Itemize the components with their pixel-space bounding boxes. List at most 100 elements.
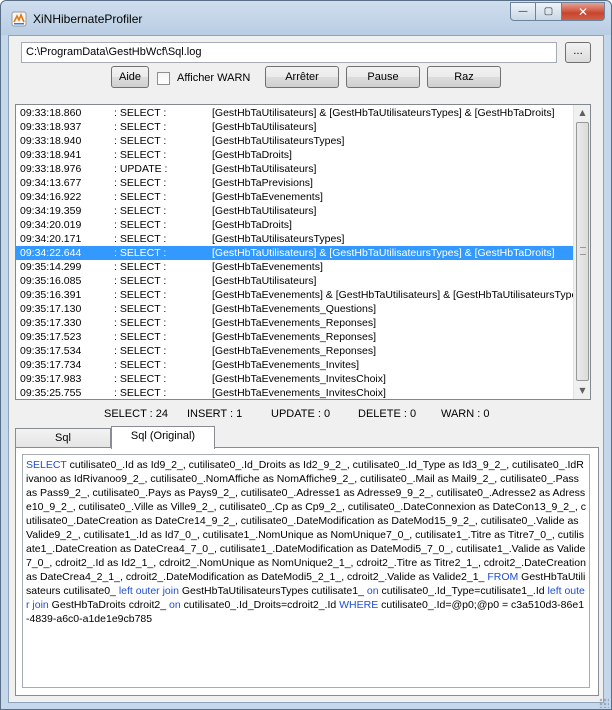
log-type: : SELECT : [114, 359, 167, 371]
sql-text: cutilisate0_.Id as Id9_2_, cutilisate0_.… [26, 459, 586, 583]
log-row[interactable]: 09:34:22.644: SELECT : [GestHbTaUtilisate… [16, 246, 575, 260]
log-time: 09:35:16.085 [20, 275, 82, 287]
log-row[interactable]: 09:33:18.937: SELECT : [GestHbTaUtilisate… [16, 120, 575, 134]
log-type: : UPDATE : [114, 163, 168, 175]
log-time: 09:34:16.922 [20, 191, 82, 203]
stat-warn: WARN : 0 [441, 408, 490, 420]
log-type: : SELECT : [114, 261, 167, 273]
log-type: : SELECT : [114, 191, 167, 203]
log-type: : SELECT : [114, 219, 167, 231]
stop-button[interactable]: Arrêter [265, 66, 339, 88]
stat-update: UPDATE : 0 [271, 408, 331, 420]
show-warn-checkbox[interactable] [157, 71, 170, 85]
log-time: 09:35:17.330 [20, 317, 82, 329]
log-tables: [GestHbTaEvenements_Reponses] [212, 345, 377, 357]
log-type: : SELECT : [114, 107, 167, 119]
stat-insert: INSERT : 1 [187, 408, 243, 420]
log-tables: [GestHbTaEvenements_Reponses] [212, 331, 377, 343]
log-tables: [GestHbTaUtilisateurs] [212, 275, 317, 287]
log-time: 09:35:16.391 [20, 289, 82, 301]
main-window: XiNHibernateProfiler — ▢ ✕ C:\ProgramDat… [0, 0, 612, 710]
sql-text: GestHbTaDroits cdroit2_ [48, 599, 169, 611]
log-row[interactable]: 09:35:25.755: SELECT : [GestHbTaEvenement… [16, 386, 575, 399]
maximize-button[interactable]: ▢ [536, 2, 562, 21]
log-vertical-scrollbar[interactable]: ▲ ▼ [573, 105, 590, 399]
log-type: : SELECT : [114, 233, 167, 245]
log-row[interactable]: 09:35:17.330 : SELECT : [GestHbTaEvenement… [16, 316, 575, 330]
app-icon [11, 11, 27, 27]
log-type: : SELECT : [114, 177, 167, 189]
log-row[interactable]: 09:35:17.523: SELECT : [GestHbTaEvenement… [16, 330, 575, 344]
show-warn-checkbox-group[interactable]: Afficher WARN [157, 70, 250, 86]
show-warn-label: Afficher WARN [177, 72, 251, 84]
log-tables: [GestHbTaEvenements_Reponses] [212, 317, 377, 329]
log-path-input[interactable]: C:\ProgramData\GestHbWcf\Sql.log [21, 42, 557, 63]
log-time: 09:35:17.983 [20, 373, 82, 385]
log-time: 09:33:18.937 [20, 121, 82, 133]
help-button[interactable]: Aide [111, 66, 149, 88]
log-tables: [GestHbTaUtilisateurs] [212, 121, 317, 133]
browse-button[interactable]: ... [565, 42, 591, 63]
log-row[interactable]: 09:34:16.922: SELECT : [GestHbTaEvenement… [16, 190, 575, 204]
log-row[interactable]: 09:35:14.299: SELECT : [GestHbTaEvenement… [16, 260, 575, 274]
log-time: 09:33:18.940 [20, 135, 82, 147]
log-type: : SELECT : [114, 317, 167, 329]
sql-text: GestHbTaUtilisateursTypes cutilisate1_ [178, 585, 367, 597]
scroll-grip-icon [580, 247, 586, 255]
scroll-down-arrow-icon[interactable]: ▼ [575, 383, 590, 399]
log-row[interactable]: 09:34:20.019: SELECT : [GestHbTaDroits] [16, 218, 575, 232]
tab-sql[interactable]: Sql [15, 428, 111, 448]
log-time: 09:35:17.130 [20, 303, 82, 315]
sql-keyword: WHERE [339, 599, 379, 611]
sql-keyword: on [168, 599, 181, 611]
sql-keyword: left outer join [118, 585, 179, 597]
log-row[interactable]: 09:35:16.085: SELECT : [GestHbTaUtilisate… [16, 274, 575, 288]
log-row[interactable]: 09:33:18.976: UPDATE : [GestHbTaUtilisate… [16, 162, 575, 176]
log-row[interactable]: 09:34:19.359: SELECT : [GestHbTaUtilisate… [16, 204, 575, 218]
log-row[interactable]: 09:35:17.734: SELECT : [GestHbTaEvenement… [16, 358, 575, 372]
log-list[interactable]: 09:33:18.860: SELECT : [GestHbTaUtilisate… [15, 104, 591, 400]
log-type: : SELECT : [114, 387, 167, 399]
log-type: : SELECT : [114, 289, 167, 301]
log-type: : SELECT : [114, 303, 167, 315]
log-type: : SELECT : [114, 149, 167, 161]
log-time: 09:34:20.171 [20, 233, 82, 245]
tab-panel: SELECT cutilisate0_.Id as Id9_2_, cutili… [15, 447, 599, 696]
client-area: C:\ProgramData\GestHbWcf\Sql.log ... Aid… [8, 35, 604, 703]
log-row[interactable]: 09:35:17.534: SELECT : [GestHbTaEvenement… [16, 344, 575, 358]
log-row[interactable]: 09:35:16.391: SELECT : [GestHbTaEvenement… [16, 288, 575, 302]
minimize-button[interactable]: — [510, 2, 536, 21]
reset-button[interactable]: Raz [427, 66, 501, 88]
window-title: XiNHibernateProfiler [33, 12, 143, 26]
resize-grip-icon[interactable] [599, 698, 609, 708]
log-time: 09:35:17.534 [20, 345, 82, 357]
sql-text: cutilisate0_.Id_Droits=cdroit2_.Id [180, 599, 340, 611]
log-tables: [GestHbTaUtilisateurs] & [GestHbTaUtilis… [212, 247, 555, 259]
log-tables: [GestHbTaEvenements_InvitesChoix] [212, 387, 386, 399]
tab-sql-original[interactable]: Sql (Original) [111, 426, 215, 449]
scroll-thumb[interactable] [576, 122, 589, 381]
log-row[interactable]: 09:33:18.860: SELECT : [GestHbTaUtilisate… [16, 106, 575, 120]
log-tables: [GestHbTaPrevisions] [212, 177, 313, 189]
log-type: : SELECT : [114, 247, 167, 259]
pause-button[interactable]: Pause [346, 66, 420, 88]
sql-text-area[interactable]: SELECT cutilisate0_.Id as Id9_2_, cutili… [22, 454, 590, 688]
log-row[interactable]: 09:34:20.171: SELECT : [GestHbTaUtilisate… [16, 232, 575, 246]
log-row[interactable]: 09:34:13.677: SELECT : [GestHbTaPrevision… [16, 176, 575, 190]
log-time: 09:33:18.941 [20, 149, 82, 161]
log-row[interactable]: 09:33:18.940: SELECT : [GestHbTaUtilisate… [16, 134, 575, 148]
log-rows: 09:33:18.860: SELECT : [GestHbTaUtilisate… [16, 106, 575, 399]
log-tables: [GestHbTaUtilisateurs] [212, 205, 317, 217]
log-row[interactable]: 09:35:17.983: SELECT : [GestHbTaEvenement… [16, 372, 575, 386]
scroll-up-arrow-icon[interactable]: ▲ [575, 105, 590, 121]
close-button[interactable]: ✕ [562, 2, 605, 21]
log-time: 09:35:17.734 [20, 359, 82, 371]
log-row[interactable]: 09:35:17.130 : SELECT : [GestHbTaEvenement… [16, 302, 575, 316]
log-tables: [GestHbTaEvenements_InvitesChoix] [212, 373, 386, 385]
title-bar[interactable]: XiNHibernateProfiler — ▢ ✕ [1, 1, 611, 35]
log-tables: [GestHbTaEvenements_Questions] [212, 303, 377, 315]
log-time: 09:34:19.359 [20, 205, 82, 217]
log-row[interactable]: 09:33:18.941: SELECT : [GestHbTaDroits] [16, 148, 575, 162]
log-type: : SELECT : [114, 135, 167, 147]
log-time: 09:33:18.976 [20, 163, 82, 175]
